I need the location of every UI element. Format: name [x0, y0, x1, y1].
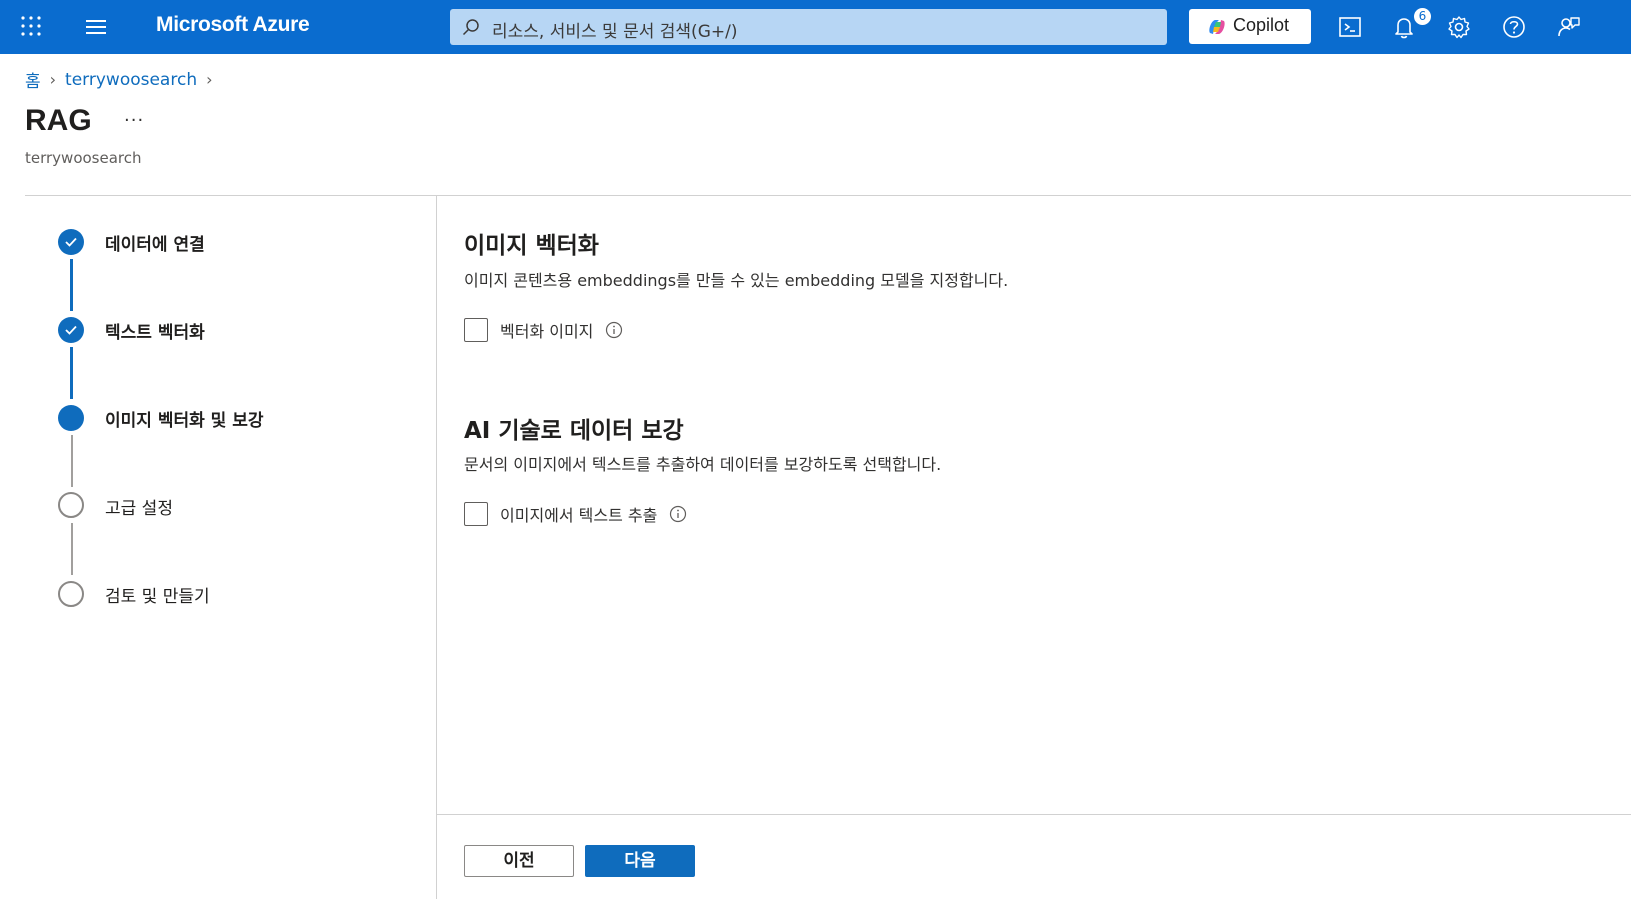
page-subtitle: terrywoosearch	[25, 149, 142, 167]
chevron-right-icon: ›	[49, 70, 57, 89]
vectorize-images-option[interactable]: 벡터화 이미지	[464, 318, 623, 342]
settings-gear-icon[interactable]	[1445, 13, 1473, 41]
copilot-icon	[1209, 20, 1225, 34]
step-label-connect-data[interactable]: 데이터에 연결	[105, 230, 205, 255]
notification-count-badge: 6	[1412, 6, 1433, 27]
step-label-review-create[interactable]: 검토 및 만들기	[105, 582, 210, 607]
brand-title[interactable]: Microsoft Azure	[156, 13, 310, 37]
top-bar: Microsoft Azure 리소스, 서비스 및 문서 검색(G+/) Co…	[0, 0, 1631, 54]
extract-text-option[interactable]: 이미지에서 텍스트 추출	[464, 502, 687, 526]
step-connector	[71, 523, 73, 575]
extract-text-checkbox[interactable]	[464, 502, 488, 526]
info-icon[interactable]	[669, 505, 687, 523]
header-divider	[25, 195, 1631, 196]
feedback-icon[interactable]	[1555, 13, 1583, 41]
previous-button[interactable]: 이전	[464, 845, 574, 877]
search-icon	[462, 19, 479, 36]
step-2-complete-icon	[58, 317, 84, 343]
vectorize-images-checkbox[interactable]	[464, 318, 488, 342]
section-heading-ai-enrich: AI 기술로 데이터 보강	[464, 418, 684, 444]
section-heading-image-vectorize: 이미지 벡터화	[464, 233, 599, 259]
step-label-advanced-settings[interactable]: 고급 설정	[105, 494, 173, 519]
help-icon[interactable]	[1500, 13, 1528, 41]
breadcrumb-home-link[interactable]: 홈	[25, 67, 41, 92]
step-4-pending-icon	[58, 492, 84, 518]
step-5-pending-icon	[58, 581, 84, 607]
breadcrumb: 홈 › terrywoosearch ›	[25, 67, 222, 93]
global-search-input[interactable]: 리소스, 서비스 및 문서 검색(G+/)	[450, 9, 1167, 45]
next-button[interactable]: 다음	[585, 845, 695, 877]
step-connector	[71, 435, 73, 487]
step-1-complete-icon	[58, 229, 84, 255]
step-connector	[70, 259, 73, 311]
copilot-button[interactable]: Copilot	[1189, 9, 1311, 44]
breadcrumb-resource-link[interactable]: terrywoosearch	[65, 70, 197, 90]
panel-divider	[436, 196, 437, 899]
more-options-button[interactable]: ···	[124, 110, 144, 131]
page-title: RAG	[25, 104, 92, 137]
menu-icon[interactable]	[84, 16, 108, 38]
chevron-right-icon: ›	[206, 70, 213, 89]
step-connector	[70, 347, 73, 399]
search-placeholder: 리소스, 서비스 및 문서 검색(G+/)	[492, 22, 738, 42]
step-label-text-vectorize[interactable]: 텍스트 벡터화	[105, 318, 205, 343]
info-icon[interactable]	[605, 321, 623, 339]
section-description-image-vectorize: 이미지 콘텐츠용 embeddings를 만들 수 있는 embedding 모…	[464, 271, 1009, 290]
footer-divider	[437, 814, 1631, 815]
cloud-shell-icon[interactable]	[1336, 13, 1364, 41]
vectorize-images-label: 벡터화 이미지	[500, 322, 594, 341]
step-label-image-vectorize[interactable]: 이미지 벡터화 및 보강	[105, 406, 264, 431]
copilot-label: Copilot	[1233, 15, 1290, 35]
step-3-active-icon	[58, 405, 84, 431]
app-launcher-icon[interactable]	[20, 15, 42, 37]
section-description-ai-enrich: 문서의 이미지에서 텍스트를 추출하여 데이터를 보강하도록 선택합니다.	[464, 455, 942, 474]
extract-text-label: 이미지에서 텍스트 추출	[500, 506, 658, 525]
